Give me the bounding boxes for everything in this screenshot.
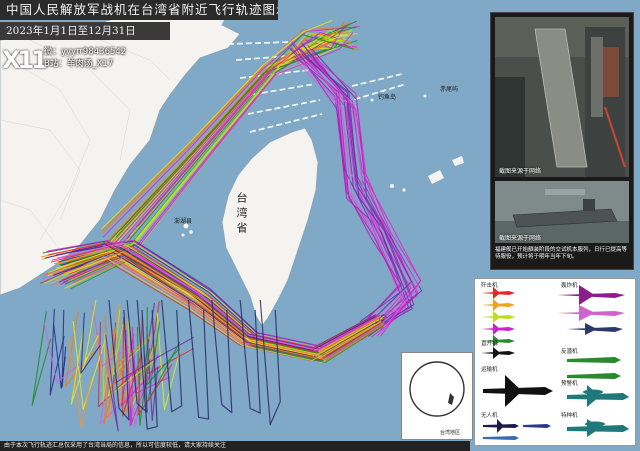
bottom-note: 由于本次飞行轨迹汇总仅采用了台湾当局的信息，所以可信度较低，请大家持续关注 <box>0 441 470 451</box>
photo1-caption: 截图来源于网络 <box>499 168 542 175</box>
label-taiwan: 台湾省 <box>235 192 248 237</box>
map-title: 中国人民解放军战机在台湾省附近飞行轨迹图示 <box>0 0 278 20</box>
transport-silhouette-icon <box>483 375 553 407</box>
author-weibo: 微：yyyrr98436542 <box>44 47 127 57</box>
inset-label: 台湾地区 <box>440 430 461 436</box>
aircraft-legend: 歼击机 轰炸机 反潜机 运输机 预警机 无人机 特种机 直升机 <box>474 278 636 446</box>
legend-fighter: 歼击机 <box>481 283 498 289</box>
uav-silhouette-icon <box>483 419 551 440</box>
inset-map: 台湾地区 <box>401 352 473 440</box>
date-range: 2023年1月1日至12月31日 <box>0 22 170 40</box>
author-bilibili: B站：羊肉汤_X17 <box>44 59 114 69</box>
fighter-silhouette-icon <box>481 287 515 359</box>
globe-icon <box>409 361 465 417</box>
author-credits: 微：yyyrr98436542 B站：羊肉汤_X17 <box>44 46 126 70</box>
carrier-photo <box>495 181 629 243</box>
label-chiwei: 赤尾屿 <box>440 86 459 93</box>
label-diaoyu: 钓鱼岛 <box>378 94 397 101</box>
legend-uav: 无人机 <box>481 413 498 419</box>
bomber-silhouette-icon <box>557 285 625 335</box>
legend-patrol: 反潜机 <box>561 349 578 355</box>
legend-helicopter: 直升机 <box>481 341 498 347</box>
label-penghu: 澎湖县 <box>174 218 193 225</box>
photo-panel: 截图来源于网络 截图来源于网络 福建舰已开始舾装阶段的交试机本服列，日行已提高等… <box>490 12 634 270</box>
legend-early-warning: 预警机 <box>561 381 578 387</box>
aerial-photo <box>495 17 629 177</box>
awacs-silhouette-icon <box>567 357 629 437</box>
legend-special: 特种机 <box>561 413 578 419</box>
photo3-caption: 福建舰已开始舾装阶段的交试机本服列，日行已提高等待服役，预计将于明年当年下旬。 <box>495 247 628 260</box>
legend-bomber: 轰炸机 <box>561 283 578 289</box>
photo2-caption: 截图来源于网络 <box>499 235 542 242</box>
legend-transport: 运输机 <box>481 367 498 373</box>
logo: X11 <box>2 46 48 74</box>
